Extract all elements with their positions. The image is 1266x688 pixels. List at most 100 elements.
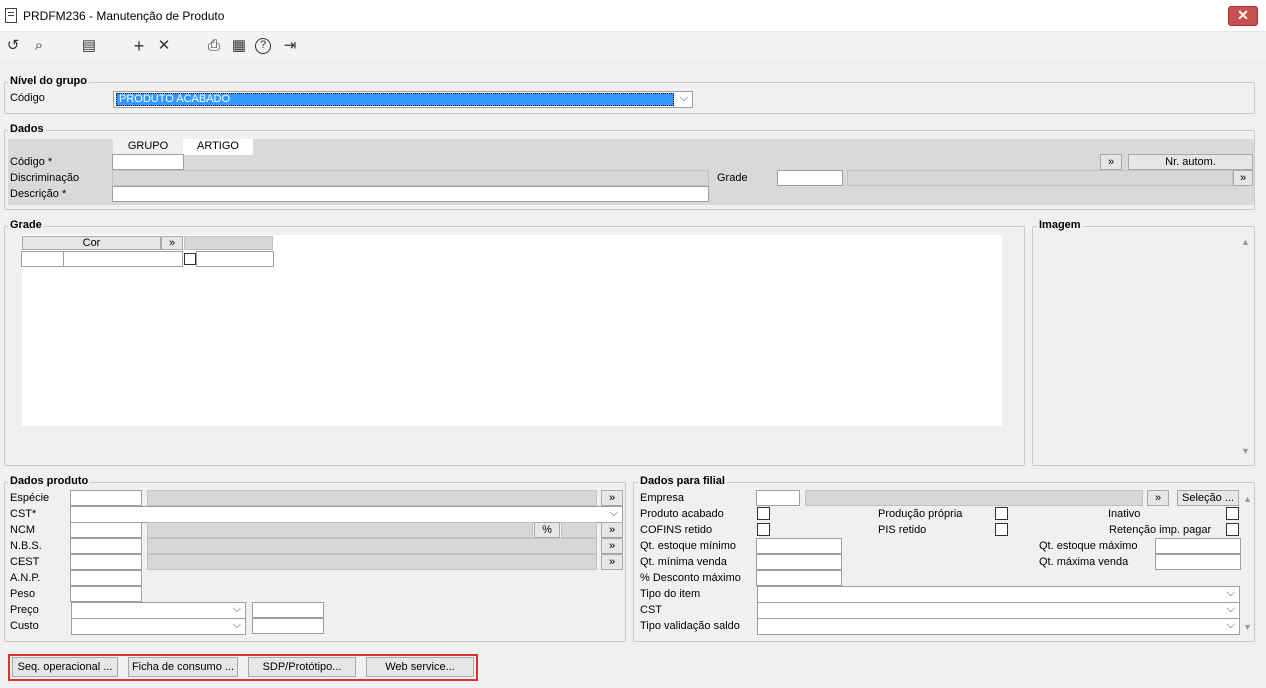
dados-codigo-lookup-button[interactable]: » xyxy=(1100,154,1122,170)
retencao-label: Retenção imp. pagar xyxy=(1109,524,1212,536)
qt-minima-venda-input[interactable] xyxy=(756,554,842,570)
grade-cell-code[interactable] xyxy=(21,251,64,267)
producao-propria-label: Produção própria xyxy=(878,508,963,520)
scroll-down-icon[interactable]: ▼ xyxy=(1241,446,1250,456)
exit-icon[interactable]: ⇥ xyxy=(280,36,300,56)
web-service-button[interactable]: Web service... xyxy=(366,657,474,677)
ncm-label: NCM xyxy=(10,524,36,536)
calendar-icon[interactable]: ▦ xyxy=(229,36,249,56)
tab-grupo[interactable]: GRUPO xyxy=(113,139,183,155)
grade-cell-cor[interactable] xyxy=(63,251,183,267)
filial-scroll-down-icon[interactable]: ▼ xyxy=(1243,622,1252,632)
cofins-retido-checkbox[interactable] xyxy=(757,523,770,536)
add-icon[interactable]: + xyxy=(129,36,149,56)
discriminacao-label: Discriminação xyxy=(10,172,80,184)
peso-input[interactable] xyxy=(70,586,142,602)
sdp-prototipo-button[interactable]: SDP/Protótipo... xyxy=(248,657,356,677)
grade-cell-checkbox[interactable] xyxy=(184,253,196,265)
custo-label: Custo xyxy=(10,620,39,632)
cst-select[interactable]: ⌵ xyxy=(70,506,623,523)
chevron-down-icon: ⌵ xyxy=(1226,619,1235,631)
ficha-consumo-button[interactable]: Ficha de consumo ... xyxy=(128,657,238,677)
preco-label: Preço xyxy=(10,604,39,616)
help-icon[interactable]: ? xyxy=(255,38,271,54)
filial-cst-select[interactable]: ⌵ xyxy=(757,602,1240,619)
nivel-codigo-label: Código xyxy=(10,92,45,104)
chevron-down-icon: ⌵ xyxy=(1226,587,1235,599)
custo-select[interactable]: ⌵ xyxy=(71,618,246,635)
especie-label: Espécie xyxy=(10,492,50,504)
grade-label: Grade xyxy=(717,172,748,184)
ncm-percent-field xyxy=(561,522,597,538)
dados-codigo-input[interactable] xyxy=(112,154,184,170)
pis-retido-checkbox[interactable] xyxy=(995,523,1008,536)
ncm-input[interactable] xyxy=(70,522,142,538)
nivel-codigo-select[interactable]: PRODUTO ACABADO ⌵ xyxy=(113,91,693,108)
filial-scroll-up-icon[interactable]: ▲ xyxy=(1243,494,1252,504)
empresa-label: Empresa xyxy=(640,492,685,504)
tipo-item-select[interactable]: ⌵ xyxy=(757,586,1240,603)
undo-icon[interactable]: ↺ xyxy=(3,36,23,56)
inativo-checkbox[interactable] xyxy=(1226,507,1239,520)
tab-artigo[interactable]: ARTIGO xyxy=(183,139,253,155)
cest-input[interactable] xyxy=(70,554,142,570)
qt-minima-venda-label: Qt. mínima venda xyxy=(640,556,727,568)
ncm-lookup-button[interactable]: » xyxy=(601,522,623,538)
grade-cor-lookup-button[interactable]: » xyxy=(161,236,183,250)
toolbar: ↺ ⌕ ▤ + ✕ ⎙ ▦ ? ⇥ xyxy=(0,32,1266,60)
nbs-description xyxy=(147,538,597,554)
chevron-down-icon: ⌵ xyxy=(679,92,688,104)
preco-select[interactable]: ⌵ xyxy=(71,602,246,619)
filial-cst-label: CST xyxy=(640,604,662,616)
qt-maxima-venda-label: Qt. máxima venda xyxy=(1039,556,1129,568)
inativo-label: Inativo xyxy=(1108,508,1141,520)
empresa-description xyxy=(805,490,1143,506)
nbs-input[interactable] xyxy=(70,538,142,554)
nr-autom-button[interactable]: Nr. autom. xyxy=(1128,154,1253,170)
grade-input[interactable] xyxy=(777,170,843,186)
chevron-down-icon: ⌵ xyxy=(232,619,241,631)
dados-codigo-label: Código * xyxy=(10,156,53,168)
seq-operacional-button[interactable]: Seq. operacional ... xyxy=(12,657,118,677)
retencao-checkbox[interactable] xyxy=(1226,523,1239,536)
qt-estoque-minimo-input[interactable] xyxy=(756,538,842,554)
empresa-lookup-button[interactable]: » xyxy=(1147,490,1169,506)
ncm-description xyxy=(147,522,533,538)
nivel-grupo-legend: Nível do grupo xyxy=(8,75,89,87)
especie-lookup-button[interactable]: » xyxy=(601,490,623,506)
scroll-up-icon[interactable]: ▲ xyxy=(1241,237,1250,247)
desconto-maximo-input[interactable] xyxy=(756,570,842,586)
delete-icon[interactable]: ✕ xyxy=(154,36,174,56)
search-icon[interactable]: ⌕ xyxy=(29,36,49,56)
cst-label: CST* xyxy=(10,508,37,520)
qt-estoque-maximo-input[interactable] xyxy=(1155,538,1241,554)
especie-input[interactable] xyxy=(70,490,142,506)
imagem-legend: Imagem xyxy=(1037,219,1083,231)
grade-lookup-button[interactable]: » xyxy=(1233,170,1253,186)
selecao-button[interactable]: Seleção ... xyxy=(1177,490,1239,506)
app-icon xyxy=(5,8,17,23)
preco-input[interactable] xyxy=(252,602,324,618)
empresa-input[interactable] xyxy=(756,490,800,506)
desconto-maximo-label: % Desconto máximo xyxy=(640,572,741,584)
producao-propria-checkbox[interactable] xyxy=(995,507,1008,520)
nbs-lookup-button[interactable]: » xyxy=(601,538,623,554)
anp-input[interactable] xyxy=(70,570,142,586)
cest-lookup-button[interactable]: » xyxy=(601,554,623,570)
cofins-retido-label: COFINS retido xyxy=(640,524,713,536)
chevron-down-icon: ⌵ xyxy=(1226,603,1235,615)
tipo-validacao-select[interactable]: ⌵ xyxy=(757,618,1240,635)
grade-cell-value[interactable] xyxy=(196,251,274,267)
close-button[interactable]: ✕ xyxy=(1228,6,1258,26)
produto-acabado-checkbox[interactable] xyxy=(757,507,770,520)
qt-maxima-venda-input[interactable] xyxy=(1155,554,1241,570)
grade-description-field xyxy=(847,170,1233,186)
print-icon[interactable]: ⎙ xyxy=(204,36,224,56)
descricao-input[interactable] xyxy=(112,186,709,202)
peso-label: Peso xyxy=(10,588,36,600)
custo-input[interactable] xyxy=(252,618,324,634)
tipo-validacao-label: Tipo validação saldo xyxy=(640,620,740,632)
nivel-codigo-value: PRODUTO ACABADO xyxy=(116,93,674,106)
save-icon[interactable]: ▤ xyxy=(79,36,99,56)
discriminacao-field xyxy=(112,170,709,186)
